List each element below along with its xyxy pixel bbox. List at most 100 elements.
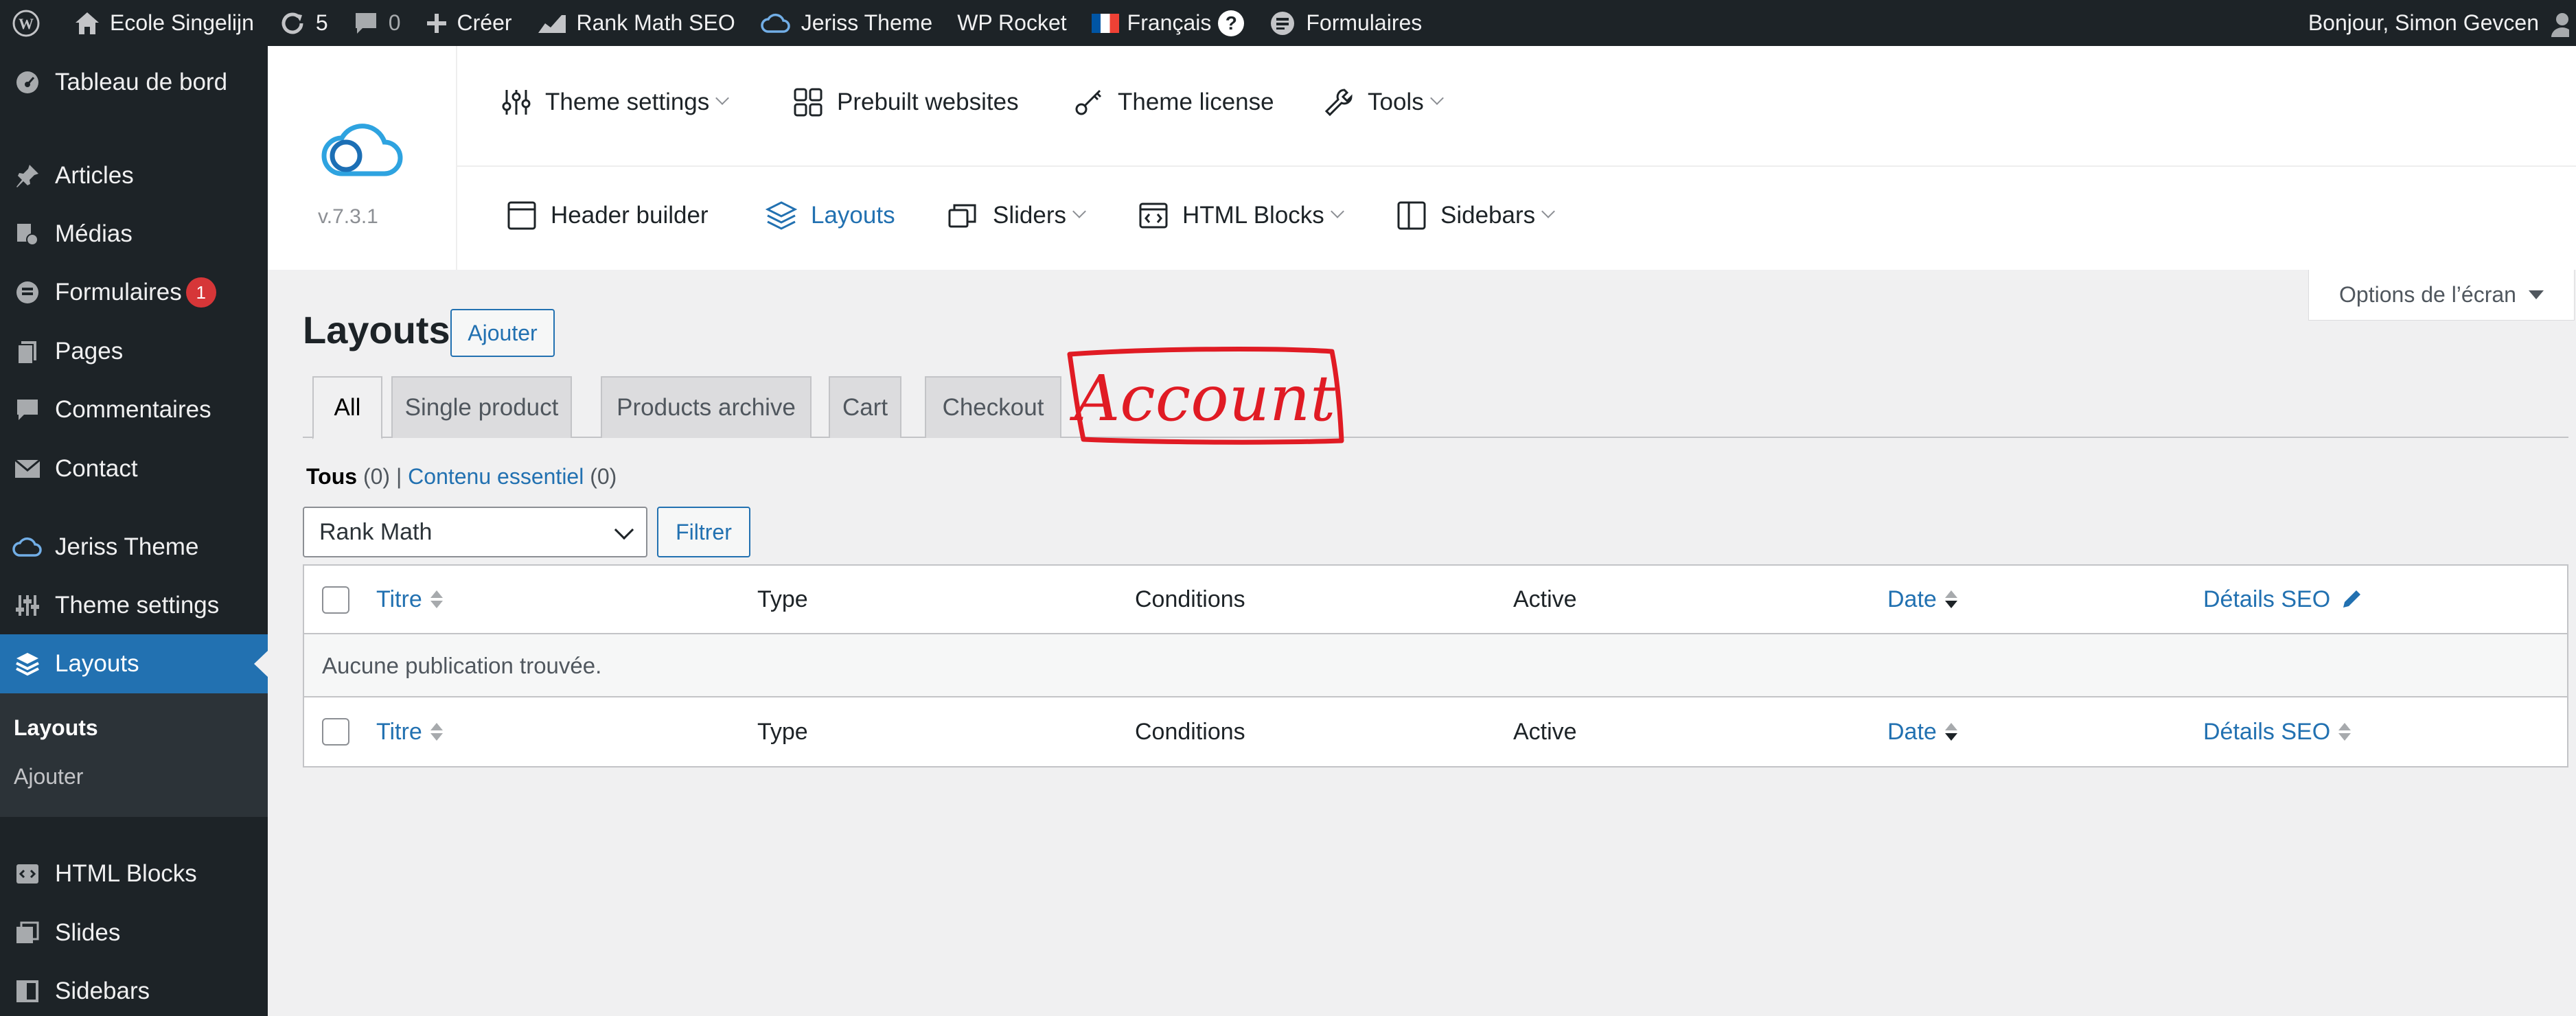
nav-header-builder[interactable]: Header builder [507,200,709,231]
comments-count: 0 [388,10,401,35]
sidebar-item-label: Layouts [55,650,139,677]
nav-tools[interactable]: Tools [1324,87,1444,117]
column-seo-details[interactable]: Détails SEO [2203,697,2351,766]
column-title[interactable]: Titre [376,697,443,766]
column-date[interactable]: Date [1887,566,1957,633]
seo-filter-select[interactable]: Rank Math [303,507,647,557]
column-label: Date [1887,718,1937,745]
sidebar-item-medias[interactable]: Médias [0,205,268,264]
table-footer-row: Titre Type Conditions Active Date Détail… [304,697,2567,766]
nav-theme-settings[interactable]: Theme settings [501,87,730,117]
submenu-item-layouts[interactable]: Layouts [14,715,98,741]
language-switcher[interactable]: Français ? [1079,0,1257,46]
chevron-down-icon [614,520,634,540]
select-all-checkbox[interactable] [322,718,349,746]
slides-icon [947,200,979,231]
jeriss-theme-link[interactable]: Jeriss Theme [748,0,945,46]
admin-sidebar: Tableau de bord Articles Médias Formulai… [0,46,268,1016]
svg-text:W: W [19,15,34,32]
site-name-link[interactable]: Ecole Singelijn [62,0,266,46]
chevron-down-icon [1429,91,1444,105]
sort-icon [430,723,443,741]
pencil-icon [2343,590,2361,608]
sidebar-item-slides[interactable]: Slides [0,903,268,962]
column-seo-details[interactable]: Détails SEO [2203,566,2363,633]
sidebar-item-articles[interactable]: Articles [0,146,268,205]
theme-logo-area: v.7.3.1 [268,46,457,270]
nav-theme-license[interactable]: Theme license [1074,87,1274,117]
greeting-text: Bonjour, Simon Gevcen [2308,10,2539,35]
rankmath-link[interactable]: Rank Math SEO [525,0,748,46]
key-icon [1074,87,1104,117]
sidebar-item-label: Sidebars [55,978,150,1004]
wp-rocket-link[interactable]: WP Rocket [945,0,1079,46]
seo-filter-value: Rank Math [319,518,433,545]
column-date[interactable]: Date [1887,697,1957,766]
nav-label: Tools [1368,89,1424,115]
view-essential-link[interactable]: Contenu essentiel [408,464,584,489]
sidebar-item-label: Pages [55,338,124,365]
cloud-icon [0,536,55,558]
sidebar-item-dashboard[interactable]: Tableau de bord [0,53,268,112]
no-items-message: Aucune publication trouvée. [322,653,602,678]
nav-sidebars[interactable]: Sidebars [1396,200,1556,231]
refresh-icon [279,10,306,37]
view-all-label[interactable]: Tous [306,464,357,489]
new-content-link[interactable]: Créer [413,0,525,46]
chevron-down-icon [1541,205,1556,218]
home-icon [74,11,100,36]
tab-products-archive[interactable]: Products archive [601,376,812,438]
add-new-button[interactable]: Ajouter [450,309,555,357]
tab-single-product[interactable]: Single product [391,376,572,438]
plus-icon [426,12,448,34]
submenu-item-ajouter[interactable]: Ajouter [14,764,83,789]
chevron-down-icon [1330,205,1344,218]
column-label: Titre [376,718,422,745]
nav-layouts[interactable]: Layouts [766,200,895,231]
chevron-down-icon [715,91,730,105]
sidebar-item-commentaires[interactable]: Commentaires [0,380,268,439]
handwritten-annotation: Account [1067,347,1344,445]
column-active: Active [1513,718,1577,745]
nav-prebuilt-websites[interactable]: Prebuilt websites [793,87,1019,117]
sidebar-item-pages[interactable]: Pages [0,322,268,381]
nav-label: Prebuilt websites [837,89,1019,115]
forms-link[interactable]: Formulaires [1256,0,1434,46]
sidebar-item-label: Formulaires [55,279,182,305]
sort-icon [1944,723,1957,741]
views-separator: | [395,464,402,489]
dashboard-icon [0,69,55,95]
sidebar-item-formulaires[interactable]: Formulaires 1 [0,263,268,322]
sliders-icon [501,87,531,117]
language-label: Français [1127,10,1212,35]
nav-html-blocks[interactable]: HTML Blocks [1138,200,1344,231]
sidebar-item-html-blocks[interactable]: HTML Blocks [0,844,268,903]
sidebar-item-sidebars[interactable]: Sidebars [0,962,268,1016]
sidebar-item-contact[interactable]: Contact [0,439,268,498]
comments-link[interactable]: 0 [341,0,413,46]
tab-cart[interactable]: Cart [829,376,901,438]
view-essential-count: (0) [590,464,617,489]
sidebar-item-label: Theme settings [55,592,220,619]
nav-sliders[interactable]: Sliders [947,200,1086,231]
mail-icon [0,459,55,479]
column-label: Détails SEO [2203,586,2331,612]
forms-label: Formulaires [1306,10,1423,35]
account-menu[interactable]: Bonjour, Simon Gevcen [2296,0,2576,46]
updates-link[interactable]: 5 [266,0,341,46]
empty-row: Aucune publication trouvée. [304,634,2567,697]
sidebar-item-jeriss-theme[interactable]: Jeriss Theme [0,518,268,577]
filter-button[interactable]: Filtrer [657,507,750,557]
sidebar-item-label: Jeriss Theme [55,533,199,560]
tab-all[interactable]: All [312,376,382,439]
sidebar-item-theme-settings[interactable]: Theme settings [0,576,268,635]
tab-checkout[interactable]: Checkout [925,376,1061,438]
column-title[interactable]: Titre [376,566,443,633]
annotation-text: Account [1069,362,1336,435]
wordpress-logo-item[interactable]: W [0,0,62,46]
sidebar-item-layouts[interactable]: Layouts [0,634,268,693]
screen-options-toggle[interactable]: Options de l’écran [2308,270,2575,321]
select-all-checkbox[interactable] [322,586,349,614]
nav-label: HTML Blocks [1182,202,1324,229]
comments-icon [0,397,55,423]
